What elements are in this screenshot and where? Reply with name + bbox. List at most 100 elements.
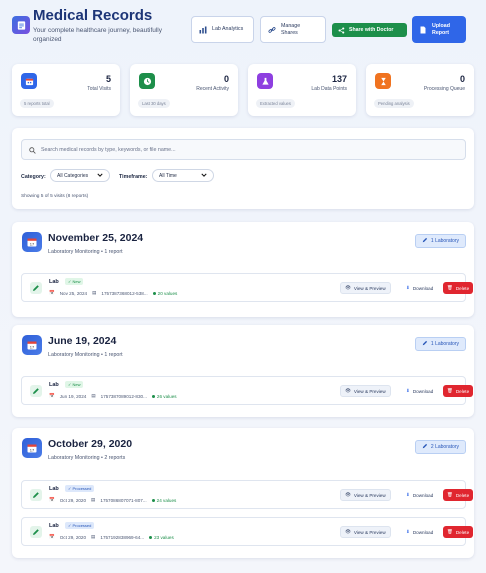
- chevron-down-icon: [97, 172, 103, 180]
- hourglass-icon: [375, 73, 391, 89]
- visit-date: June 19, 2024: [48, 335, 117, 347]
- status-badge: ✓ New: [65, 381, 84, 388]
- view-preview-button[interactable]: 👁 View & Preview: [340, 489, 391, 501]
- status-label: New: [72, 382, 81, 387]
- eye-icon: 👁: [345, 492, 351, 497]
- report-date: Nov 25, 2024: [59, 290, 88, 296]
- calendar-icon: 📅: [49, 290, 55, 295]
- download-button[interactable]: ⬇ Download: [402, 282, 437, 294]
- file-icon: ▤: [91, 497, 96, 502]
- pencil-icon: [30, 489, 42, 501]
- download-icon: ⬇: [406, 492, 410, 497]
- report-row: Lab ✓ New 📅 Nov 25, 2024 ▤ 1757387368012-5…: [21, 273, 474, 302]
- laboratory-badge[interactable]: 2 Laboratory: [414, 440, 466, 454]
- status-badge: ✓ Processed: [65, 485, 95, 492]
- stat-card-recent-activity: 0 Recent Activity Last 30 days: [130, 64, 238, 116]
- stat-value: 5: [105, 74, 111, 84]
- file-icon: ▤: [91, 534, 96, 539]
- laboratory-badge-label: 1 Laboratory: [430, 341, 459, 347]
- report-meta: 📅 Jun 19, 2024 ▤ 1757387089012-830... 26 v…: [49, 393, 177, 399]
- timeframe-label: Timeframe:: [119, 174, 148, 180]
- delete-button[interactable]: 🗑 Delete: [443, 489, 474, 501]
- stat-note: Extracted values: [256, 99, 295, 108]
- laboratory-badge[interactable]: 1 Laboratory: [414, 234, 466, 248]
- visit-date: November 25, 2024: [48, 232, 144, 244]
- chevron-down-icon: [201, 172, 207, 180]
- search-box[interactable]: [21, 139, 466, 160]
- delete-label: Delete: [455, 492, 470, 498]
- stat-label: Lab Data Points: [311, 86, 347, 92]
- search-input[interactable]: [41, 146, 441, 153]
- pencil-icon: [30, 282, 42, 294]
- download-button[interactable]: ⬇ Download: [402, 385, 437, 397]
- download-icon: ⬇: [406, 529, 410, 534]
- report-file: 1757086807071-807...: [100, 497, 147, 503]
- category-select[interactable]: All Categories: [50, 169, 110, 182]
- stat-label: Processing Queue: [423, 86, 465, 92]
- report-meta: 📅 Oct 29, 2020 ▤ 1757192838969-64... 23 va…: [49, 534, 174, 540]
- trash-icon: 🗑: [447, 529, 453, 534]
- report-row: Lab ✓ New 📅 Jun 19, 2024 ▤ 1757387089012-8…: [21, 376, 474, 405]
- trash-icon: 🗑: [447, 285, 453, 290]
- report-values: 20 values: [157, 290, 178, 296]
- laboratory-badge-label: 1 Laboratory: [430, 238, 459, 244]
- page-title: Medical Records: [33, 7, 153, 24]
- report-title: Lab: [49, 279, 59, 285]
- delete-button[interactable]: 🗑 Delete: [443, 385, 474, 397]
- share-icon: [337, 26, 345, 34]
- stat-note: Pending analysis: [374, 99, 414, 108]
- delete-button[interactable]: 🗑 Delete: [443, 526, 474, 538]
- clock-icon: [139, 73, 155, 89]
- visit-card: 17 October 29, 2020 Laboratory Monitorin…: [12, 428, 474, 558]
- share-with-doctor-button[interactable]: Share with Doctor: [332, 23, 407, 37]
- status-badge: ✓ New: [65, 278, 84, 285]
- file-icon: ▤: [92, 290, 97, 295]
- status-label: Processed: [72, 523, 92, 528]
- report-values: 26 values: [156, 393, 177, 399]
- eye-icon: 👁: [345, 529, 351, 534]
- app-logo-icon: [12, 16, 30, 34]
- calendar-icon: 17: [22, 232, 42, 252]
- stat-note: 5 reports total: [20, 99, 54, 108]
- upload-report-label: Upload Report: [432, 22, 450, 36]
- pencil-icon: [422, 340, 428, 348]
- svg-text:17: 17: [30, 447, 35, 452]
- status-dot-icon: [151, 498, 155, 502]
- download-label: Download: [412, 529, 434, 535]
- status-dot-icon: [149, 535, 153, 539]
- download-label: Download: [412, 492, 434, 498]
- view-preview-button[interactable]: 👁 View & Preview: [340, 385, 391, 397]
- report-row: Lab ✓ Processed 📅 Oct 29, 2020 ▤ 175708680…: [21, 480, 474, 509]
- bar-chart-icon: [199, 26, 207, 34]
- delete-button[interactable]: 🗑 Delete: [443, 282, 474, 294]
- view-preview-button[interactable]: 👁 View & Preview: [340, 526, 391, 538]
- eye-icon: 👁: [345, 388, 351, 393]
- status-badge: ✓ Processed: [65, 522, 95, 529]
- lab-analytics-button[interactable]: Lab Analytics: [191, 16, 254, 43]
- share-with-doctor-label: Share with Doctor: [349, 26, 394, 33]
- upload-report-button[interactable]: Upload Report: [412, 16, 466, 43]
- download-button[interactable]: ⬇ Download: [402, 526, 437, 538]
- manage-shares-button[interactable]: Manage Shares: [260, 16, 326, 43]
- report-values: 24 values: [156, 497, 177, 503]
- category-value: All Categories: [57, 172, 89, 179]
- view-preview-label: View & Preview: [353, 492, 386, 498]
- pencil-icon: [30, 526, 42, 538]
- laboratory-badge[interactable]: 1 Laboratory: [414, 337, 466, 351]
- timeframe-select[interactable]: All Time: [152, 169, 214, 182]
- view-preview-button[interactable]: 👁 View & Preview: [340, 282, 391, 294]
- stat-value: 0: [223, 74, 229, 84]
- timeframe-value: All Time: [159, 172, 177, 179]
- visit-subtitle: Laboratory Monitoring • 1 report: [48, 249, 123, 255]
- pencil-icon: [422, 237, 428, 245]
- report-date: Oct 29, 2020: [59, 534, 87, 540]
- download-button[interactable]: ⬇ Download: [402, 489, 437, 501]
- trash-icon: 🗑: [447, 388, 453, 393]
- link-icon: [268, 26, 276, 34]
- status-dot-icon: [152, 291, 156, 295]
- stat-value: 0: [459, 74, 465, 84]
- stat-note: Last 30 days: [138, 99, 170, 108]
- calendar-icon: 17: [22, 335, 42, 355]
- calendar-icon: 📅: [49, 393, 55, 398]
- svg-text:17: 17: [30, 344, 35, 349]
